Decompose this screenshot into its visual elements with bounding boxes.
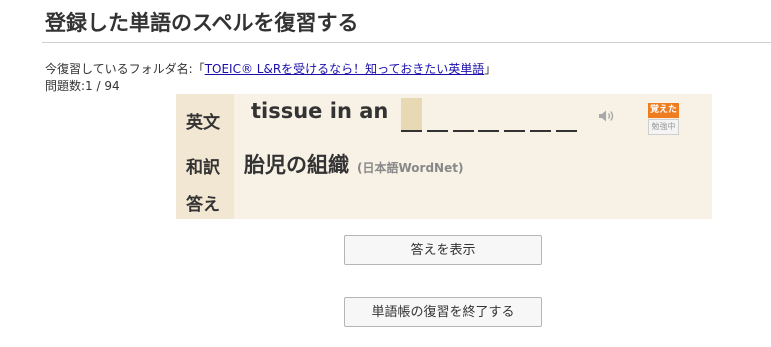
- translation-source: (日本語WordNet): [357, 161, 464, 175]
- translation-line: 胎児の組織 (日本語WordNet): [244, 149, 463, 179]
- studying-badge[interactable]: 勉強中: [648, 119, 679, 135]
- translation-text: 胎児の組織: [244, 153, 349, 177]
- letter-blank[interactable]: [504, 98, 526, 132]
- english-label: 英文: [186, 113, 220, 133]
- quiz-card: 英文 和訳 答え tissue in an 覚えた 勉強中 胎児の組織 (日本語W…: [176, 94, 712, 219]
- title-divider: [42, 42, 771, 43]
- letter-blank[interactable]: [530, 98, 551, 132]
- speaker-icon[interactable]: [598, 108, 616, 122]
- answer-label: 答え: [186, 195, 220, 215]
- japanese-label: 和訳: [186, 158, 220, 178]
- question-text: tissue in an: [251, 99, 389, 123]
- show-answer-button[interactable]: 答えを表示: [344, 235, 542, 265]
- end-review-button[interactable]: 単語帳の復習を終了する: [344, 297, 542, 327]
- question-count: 問題数:1 / 94: [45, 79, 120, 93]
- letter-blank[interactable]: [452, 98, 474, 132]
- learned-badge[interactable]: 覚えた: [648, 103, 679, 118]
- letter-blank[interactable]: [478, 98, 500, 132]
- memory-status-badges: 覚えた 勉強中: [648, 103, 679, 135]
- folder-prefix: 今復習しているフォルダ名:「: [45, 62, 205, 76]
- letter-blank[interactable]: [401, 98, 422, 132]
- folder-suffix: 」: [484, 62, 497, 76]
- letter-blank[interactable]: [426, 98, 448, 132]
- folder-name-link[interactable]: TOEIC® L&Rを受けるなら！知っておきたい英単語: [205, 62, 485, 76]
- letter-blank[interactable]: [555, 98, 577, 132]
- page-title: 登録した単語のスペルを復習する: [45, 11, 359, 35]
- current-folder-line: 今復習しているフォルダ名:「TOEIC® L&Rを受けるなら！知っておきたい英単…: [45, 60, 496, 77]
